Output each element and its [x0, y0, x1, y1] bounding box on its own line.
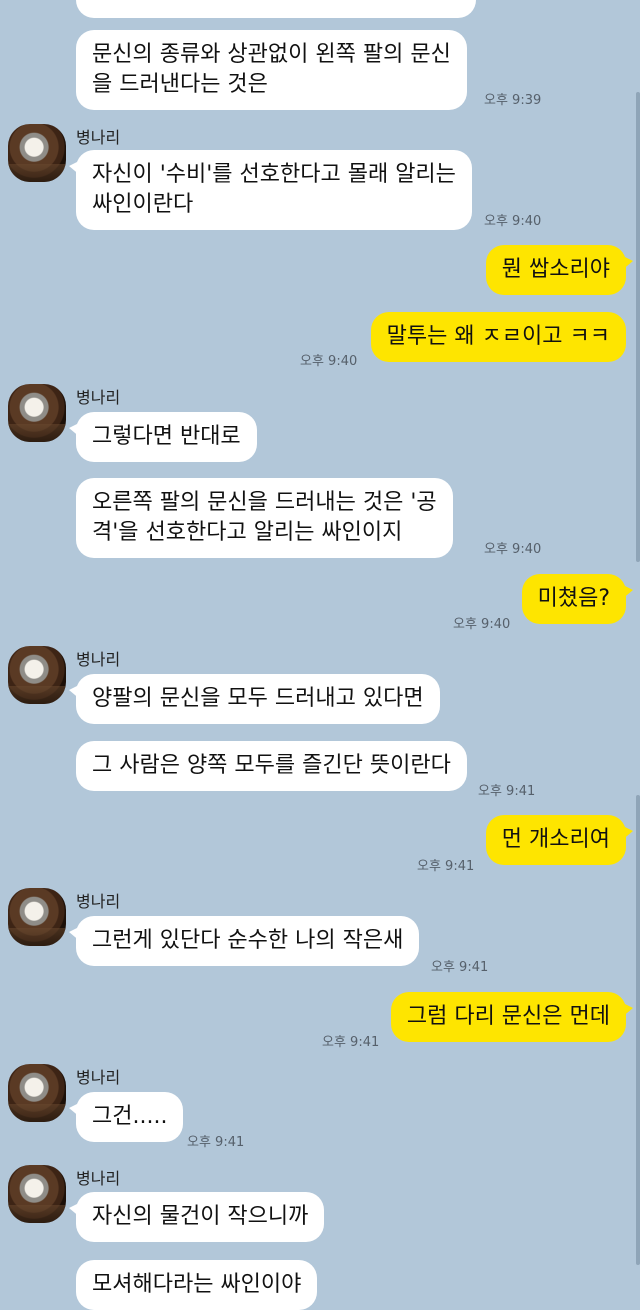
sender-name: 병나리	[76, 892, 121, 911]
message-text-line: 자신이 '수비'를 선호한다고 몰래 알리는	[92, 162, 456, 187]
message-text: 말투는 왜 ㅈㄹ이고 ㅋㅋ	[386, 324, 610, 349]
contact-avatar[interactable]	[8, 646, 66, 704]
message-bubble-outgoing[interactable]: 먼 개소리여	[485, 815, 634, 865]
contact-avatar[interactable]	[8, 384, 66, 442]
message-bubble-incoming[interactable]: 그렇다면 반대로	[69, 412, 257, 462]
message-text-line: 오른쪽 팔의 문신을 드러내는 것은 '공	[92, 490, 437, 515]
message-bubble-outgoing[interactable]: 뭔 쌉소리야	[485, 245, 634, 295]
scrollbar-thumb[interactable]	[636, 92, 640, 562]
message-text: 그런게 있단다 순수한 나의 작은새	[92, 928, 404, 953]
message-bubble-incoming[interactable]: 그런게 있단다 순수한 나의 작은새	[68, 916, 420, 966]
message-bubble-incoming[interactable]: 자신의 물건이 작으니까	[68, 1192, 325, 1242]
message-timestamp: 오후 9:41	[417, 859, 475, 874]
message-text: 그럼 다리 문신은 먼데	[406, 1004, 610, 1029]
message-bubble-incoming[interactable]: 모셔해다라는 싸인이야	[76, 1260, 318, 1310]
message-text: 자신의 물건이 작으니까	[92, 1204, 309, 1229]
message-timestamp: 오후 9:40	[453, 617, 511, 632]
contact-avatar[interactable]	[8, 1064, 66, 1122]
message-text: 뭔 쌉소리야	[501, 257, 610, 282]
message-timestamp: 오후 9:41	[431, 960, 489, 975]
message-timestamp: 오후 9:40	[300, 354, 358, 369]
message-bubble-incoming[interactable]: 자신이 '수비'를 선호한다고 몰래 알리는 싸인이란다	[69, 150, 472, 230]
message-timestamp: 오후 9:41	[187, 1135, 245, 1150]
sender-name: 병나리	[76, 650, 121, 669]
message-bubble-outgoing[interactable]: 말투는 왜 ㅈㄹ이고 ㅋㅋ	[370, 312, 626, 362]
message-text-line: 격'을 선호한다고 알리는 싸인이지	[92, 520, 403, 545]
message-bubble-outgoing[interactable]: 미쳤음?	[521, 574, 634, 624]
message-timestamp: 오후 9:40	[484, 214, 542, 229]
message-text-line: 문신의 종류와 상관없이 왼쪽 팔의 문신	[92, 42, 451, 67]
sender-name: 병나리	[76, 1169, 121, 1188]
message-bubble-incoming[interactable]: 그 사람은 양쪽 모두를 즐긴단 뜻이란다	[76, 741, 467, 791]
message-text: 모셔해다라는 싸인이야	[92, 1272, 302, 1297]
message-bubble-outgoing[interactable]: 그럼 다리 문신은 먼데	[390, 992, 634, 1042]
message-text: 미쳤음?	[537, 586, 610, 611]
message-bubble-incoming[interactable]: 그건.....	[68, 1092, 184, 1142]
message-text: 그 사람은 양쪽 모두를 즐긴단 뜻이란다	[92, 753, 451, 778]
contact-avatar[interactable]	[8, 1165, 66, 1223]
sender-name: 병나리	[76, 388, 121, 407]
message-text: 양팔의 문신을 모두 드러내고 있다면	[92, 686, 424, 711]
message-text: 그건.....	[92, 1104, 168, 1129]
message-text: 먼 개소리여	[501, 827, 610, 852]
message-bubble-incoming[interactable]: 양팔의 문신을 모두 드러내고 있다면	[69, 674, 440, 724]
message-timestamp: 오후 9:39	[484, 93, 542, 108]
scrollbar-thumb[interactable]	[636, 795, 640, 1265]
chat-message-list[interactable]: 문신의 종류와 상관없이 왼쪽 팔의 문신 을 드러낸다는 것은 오후 9:39…	[0, 0, 640, 1310]
message-text: 그렇다면 반대로	[92, 424, 241, 449]
message-bubble-incoming[interactable]: 오른쪽 팔의 문신을 드러내는 것은 '공 격'을 선호한다고 알리는 싸인이지	[76, 478, 453, 558]
contact-avatar[interactable]	[8, 888, 66, 946]
message-timestamp: 오후 9:41	[478, 784, 536, 799]
message-timestamp: 오후 9:40	[484, 542, 542, 557]
contact-avatar[interactable]	[8, 124, 66, 182]
sender-name: 병나리	[76, 1068, 121, 1087]
message-timestamp: 오후 9:41	[322, 1035, 380, 1050]
message-text-line: 싸인이란다	[92, 192, 194, 217]
sender-name: 병나리	[76, 128, 121, 147]
message-bubble-incoming[interactable]: 문신의 종류와 상관없이 왼쪽 팔의 문신 을 드러낸다는 것은	[76, 30, 467, 110]
message-bubble-incoming[interactable]	[76, 0, 476, 18]
message-text-line: 을 드러낸다는 것은	[92, 72, 268, 97]
